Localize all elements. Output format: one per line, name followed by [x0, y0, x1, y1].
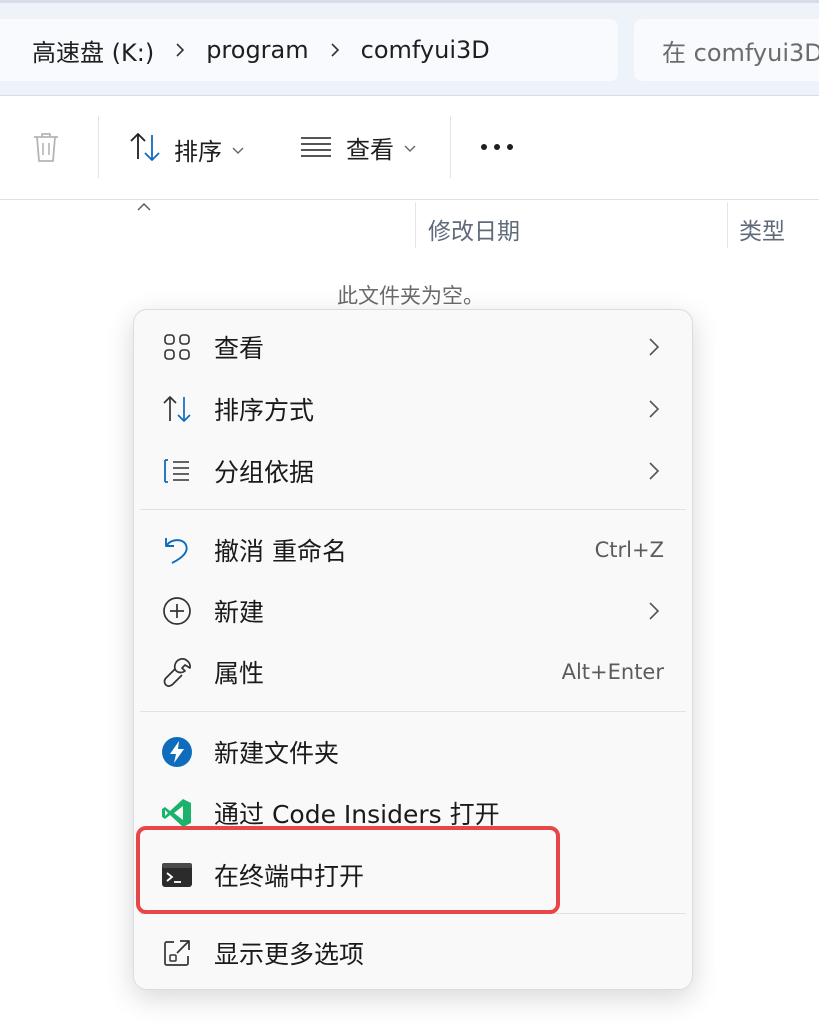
- share-expand-icon: [160, 936, 194, 970]
- view-label: 查看: [346, 136, 394, 164]
- command-bar: 排序 查看: [0, 96, 819, 200]
- wrench-icon: [160, 655, 194, 689]
- menu-item-label: 新建文件夹: [214, 739, 340, 768]
- empty-folder-message: 此文件夹为空。: [337, 284, 484, 308]
- shortcut-text: Ctrl+Z: [594, 538, 664, 562]
- menu-item-show-more-options[interactable]: 显示更多选项: [134, 924, 692, 982]
- menu-item-label: 查看: [214, 334, 265, 363]
- menu-item-label: 显示更多选项: [214, 940, 365, 969]
- search-input[interactable]: 在 comfyui3D: [634, 19, 819, 81]
- sort-icon: [128, 130, 162, 168]
- toolbar-divider: [98, 116, 99, 178]
- chevron-right-icon: [648, 461, 662, 481]
- menu-item-label: 分组依据: [214, 458, 315, 487]
- menu-item-properties[interactable]: 属性 Alt+Enter: [134, 643, 692, 701]
- new-plus-icon: [160, 594, 194, 628]
- sort-icon: [160, 392, 194, 426]
- toolbar-divider: [450, 116, 451, 178]
- menu-item-label: 排序方式: [214, 396, 315, 425]
- group-list-icon: [160, 454, 194, 488]
- menu-item-new[interactable]: 新建: [134, 582, 692, 640]
- chevron-right-icon: [648, 337, 662, 357]
- chevron-right-icon: [648, 601, 662, 621]
- menu-item-undo-rename[interactable]: 撤消 重命名 Ctrl+Z: [134, 521, 692, 579]
- shortcut-text: Alt+Enter: [561, 660, 664, 684]
- menu-item-new-folder[interactable]: 新建文件夹: [134, 723, 692, 781]
- menu-separator: [140, 711, 686, 712]
- menu-separator: [140, 509, 686, 510]
- sort-button[interactable]: 排序: [128, 130, 244, 168]
- column-divider[interactable]: [415, 202, 416, 248]
- chevron-right-icon[interactable]: [158, 43, 202, 57]
- chevron-down-icon: [404, 138, 416, 157]
- menu-item-label: 属性: [214, 659, 265, 688]
- breadcrumb[interactable]: 高速盘 (K:) program comfyui3D: [0, 19, 618, 81]
- column-header-modified[interactable]: 修改日期: [428, 212, 520, 246]
- undo-icon: [160, 533, 194, 567]
- menu-item-sort-by[interactable]: 排序方式: [134, 380, 692, 438]
- ellipsis-icon: [480, 138, 514, 157]
- menu-item-label: 新建: [214, 598, 265, 627]
- chevron-down-icon: [232, 140, 244, 159]
- menu-item-group-by[interactable]: 分组依据: [134, 442, 692, 500]
- sort-label: 排序: [174, 137, 222, 166]
- delete-button[interactable]: [30, 130, 62, 168]
- chevron-right-icon: [648, 399, 662, 419]
- sort-ascending-caret-icon: [136, 197, 152, 216]
- trash-icon: [30, 130, 62, 168]
- breadcrumb-drive[interactable]: 高速盘 (K:): [28, 33, 158, 68]
- breadcrumb-program[interactable]: program: [202, 36, 312, 64]
- list-lines-icon: [300, 131, 332, 165]
- grid-icon: [160, 330, 194, 364]
- column-header-type[interactable]: 类型: [739, 212, 785, 246]
- chevron-right-icon[interactable]: [313, 43, 357, 57]
- column-divider[interactable]: [727, 202, 728, 248]
- more-options-button[interactable]: [480, 138, 514, 157]
- highlight-annotation-box: [136, 826, 560, 914]
- breadcrumb-comfyui3d[interactable]: comfyui3D: [357, 36, 494, 64]
- address-bar: 高速盘 (K:) program comfyui3D 在 comfyui3D: [0, 0, 819, 96]
- menu-item-view[interactable]: 查看: [134, 318, 692, 376]
- view-button[interactable]: 查看: [300, 130, 416, 165]
- lightning-app-icon: [160, 735, 194, 769]
- menu-item-label: 撤消 重命名: [214, 537, 347, 566]
- vscode-insiders-icon: [160, 796, 194, 830]
